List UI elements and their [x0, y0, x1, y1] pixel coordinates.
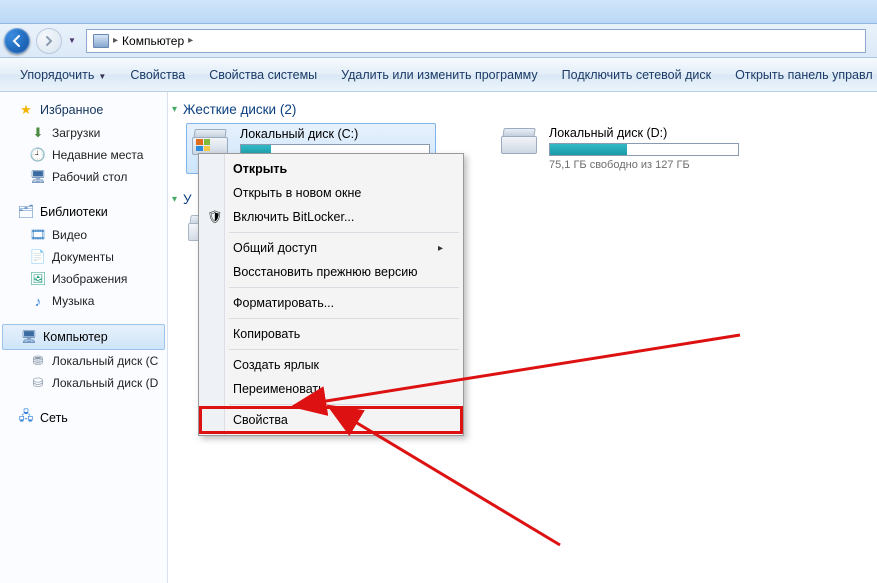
navigation-pane: ★ Избранное ⬇Загрузки 🕘Недавние места 🖥Р… [0, 92, 168, 583]
map-network-drive-button[interactable]: Подключить сетевой диск [550, 62, 723, 88]
sidebar-item-documents[interactable]: 📄Документы [0, 246, 167, 268]
arrow-left-icon [10, 34, 24, 48]
breadcrumb-label: Компьютер [122, 34, 184, 48]
navigation-bar: ▼ ▸ Компьютер ▸ [0, 24, 877, 58]
nav-back-button[interactable] [4, 28, 30, 54]
menu-item[interactable]: Форматировать... [201, 291, 461, 315]
star-icon: ★ [18, 102, 34, 118]
drive-label: Локальный диск (D:) [549, 126, 739, 140]
sidebar-item-drive-c[interactable]: ⛃Локальный диск (C [0, 350, 167, 372]
sidebar-item-drive-d[interactable]: ⛁Локальный диск (D [0, 372, 167, 394]
computer-icon: 🖥 [21, 329, 37, 345]
menu-separator [229, 232, 459, 233]
favorites-header[interactable]: ★ Избранное [0, 98, 167, 122]
capacity-info: 75,1 ГБ свободно из 127 ГБ [549, 159, 739, 171]
network-header[interactable]: 🖧 Сеть [0, 406, 167, 430]
shield-icon: 🛡 [207, 209, 223, 225]
network-icon: 🖧 [18, 410, 34, 426]
menu-item[interactable]: Открыть в новом окне [201, 181, 461, 205]
recent-icon: 🕘 [30, 147, 46, 163]
properties-button[interactable]: Свойства [118, 62, 197, 88]
menu-item[interactable]: Общий доступ ▸ [201, 236, 461, 260]
menu-item[interactable]: Копировать [201, 322, 461, 346]
menu-item[interactable]: Восстановить прежнюю версию [201, 260, 461, 284]
menu-item-label: Форматировать... [233, 296, 334, 310]
chevron-down-icon: ▼ [98, 72, 106, 81]
menu-separator [229, 404, 459, 405]
menu-item-label: Общий доступ [233, 241, 317, 255]
menu-item[interactable]: Открыть [201, 157, 461, 181]
download-icon: ⬇ [30, 125, 46, 141]
drive-d[interactable]: Локальный диск (D:) 75,1 ГБ свободно из … [496, 123, 746, 174]
window-chrome [0, 0, 877, 24]
system-properties-button[interactable]: Свойства системы [197, 62, 329, 88]
sidebar-item-images[interactable]: 🖼Изображения [0, 268, 167, 290]
menu-item-label: Копировать [233, 327, 300, 341]
sidebar-item-recent[interactable]: 🕘Недавние места [0, 144, 167, 166]
section-removable: У [183, 192, 192, 207]
menu-item[interactable]: 🛡 Включить BitLocker... [201, 205, 461, 229]
collapse-section-icon[interactable]: ▾ [172, 104, 177, 115]
music-icon: ♪ [30, 293, 46, 309]
menu-item-label: Открыть в новом окне [233, 186, 361, 200]
open-control-panel-button[interactable]: Открыть панель управл [723, 62, 877, 88]
menu-item-label: Создать ярлык [233, 358, 319, 372]
sidebar-item-desktop[interactable]: 🖥Рабочий стол [0, 166, 167, 188]
menu-item-label: Свойства [233, 413, 288, 427]
chevron-right-icon: ▸ [188, 35, 193, 46]
menu-item[interactable]: Свойства [201, 408, 461, 432]
sidebar-item-music[interactable]: ♪Музыка [0, 290, 167, 312]
collapse-section-icon[interactable]: ▾ [172, 194, 177, 205]
computer-header[interactable]: 🖥 Компьютер [2, 324, 165, 350]
desktop-icon: 🖥 [30, 169, 46, 185]
drive-icon: ⛃ [30, 353, 46, 369]
images-icon: 🖼 [30, 271, 46, 287]
breadcrumb-computer[interactable]: ▸ Компьютер ▸ [87, 30, 199, 52]
drive-label: Локальный диск (C:) [240, 127, 430, 141]
menu-item[interactable]: Переименовать [201, 377, 461, 401]
drive-icon: ⛁ [30, 375, 46, 391]
menu-item-label: Открыть [233, 162, 287, 176]
sidebar-item-downloads[interactable]: ⬇Загрузки [0, 122, 167, 144]
documents-icon: 📄 [30, 249, 46, 265]
menu-separator [229, 287, 459, 288]
library-icon: 🗂 [18, 204, 34, 220]
menu-item-label: Включить BitLocker... [233, 210, 354, 224]
chevron-right-icon: ▸ [438, 243, 443, 254]
context-menu: Открыть Открыть в новом окне 🛡 Включить Bit… [198, 153, 464, 436]
menu-separator [229, 349, 459, 350]
drive-icon [499, 126, 541, 160]
capacity-bar [549, 143, 739, 156]
chevron-right-icon: ▸ [113, 35, 118, 46]
computer-icon [93, 34, 109, 48]
uninstall-program-button[interactable]: Удалить или изменить программу [329, 62, 550, 88]
address-bar[interactable]: ▸ Компьютер ▸ [86, 29, 866, 53]
nav-history-dropdown[interactable]: ▼ [68, 36, 80, 45]
sidebar-item-videos[interactable]: 🎞Видео [0, 224, 167, 246]
menu-item-label: Восстановить прежнюю версию [233, 265, 418, 279]
menu-separator [229, 318, 459, 319]
section-hard-drives: Жесткие диски (2) [183, 102, 296, 117]
menu-item-label: Переименовать [233, 382, 325, 396]
libraries-header[interactable]: 🗂 Библиотеки [0, 200, 167, 224]
arrow-right-icon [43, 35, 55, 47]
nav-forward-button[interactable] [36, 28, 62, 54]
command-toolbar: Упорядочить▼ Свойства Свойства системы У… [0, 58, 877, 92]
menu-item[interactable]: Создать ярлык [201, 353, 461, 377]
video-icon: 🎞 [30, 227, 46, 243]
organize-menu[interactable]: Упорядочить▼ [8, 62, 118, 88]
